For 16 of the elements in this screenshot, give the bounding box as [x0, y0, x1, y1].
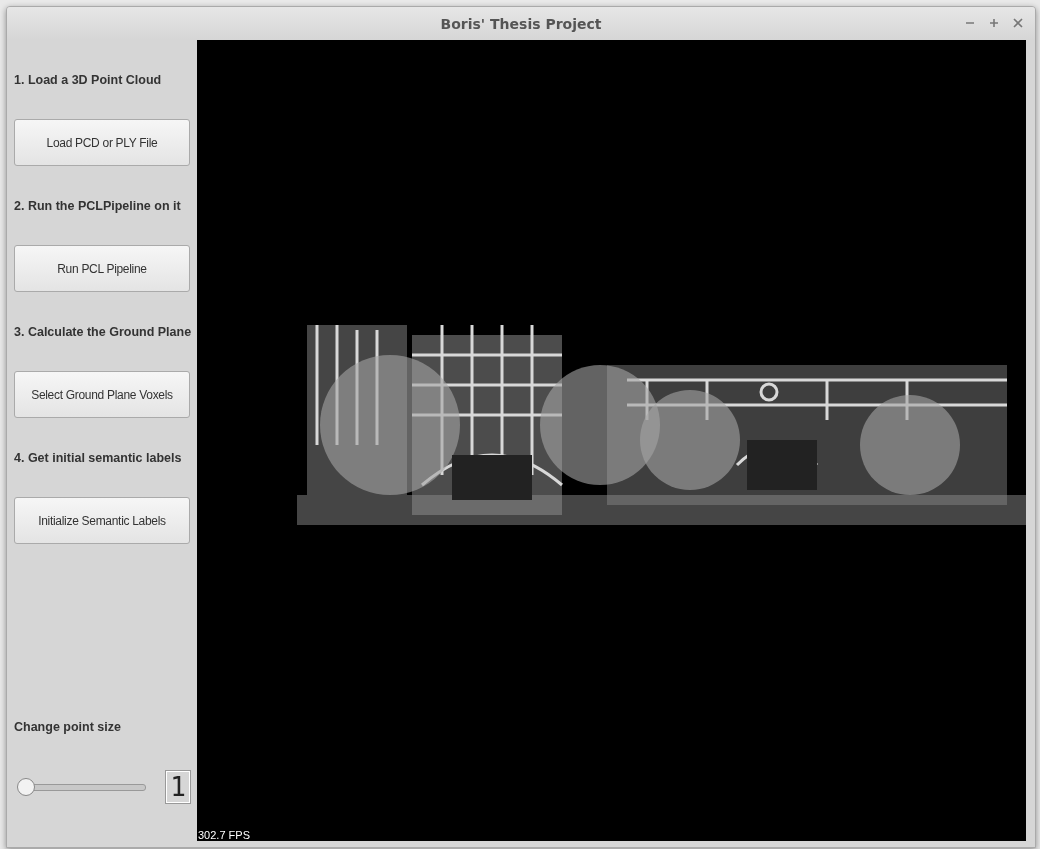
- close-icon[interactable]: [1013, 18, 1023, 28]
- step-button[interactable]: Initialize Semantic Labels: [14, 497, 190, 544]
- step-button[interactable]: Select Ground Plane Voxels: [14, 371, 190, 418]
- maximize-icon[interactable]: [989, 18, 999, 28]
- step-button[interactable]: Load PCD or PLY File: [14, 119, 190, 166]
- window-title: Boris' Thesis Project: [440, 15, 602, 32]
- step-heading: 3. Calculate the Ground Plane: [14, 324, 192, 340]
- step-heading: 2. Run the PCLPipeline on it: [14, 198, 181, 214]
- point-cloud-viewer[interactable]: 302.7 FPS: [197, 40, 1026, 841]
- lcd-number-display: 1: [165, 770, 191, 804]
- step-button[interactable]: Run PCL Pipeline: [14, 245, 190, 292]
- fps-counter: 302.7 FPS: [198, 829, 250, 841]
- step-heading: 4. Get initial semantic labels: [14, 450, 182, 466]
- slider-thumb[interactable]: [17, 777, 35, 796]
- point-size-label: Change point size: [14, 719, 121, 735]
- step-heading: 1. Load a 3D Point Cloud: [14, 72, 162, 88]
